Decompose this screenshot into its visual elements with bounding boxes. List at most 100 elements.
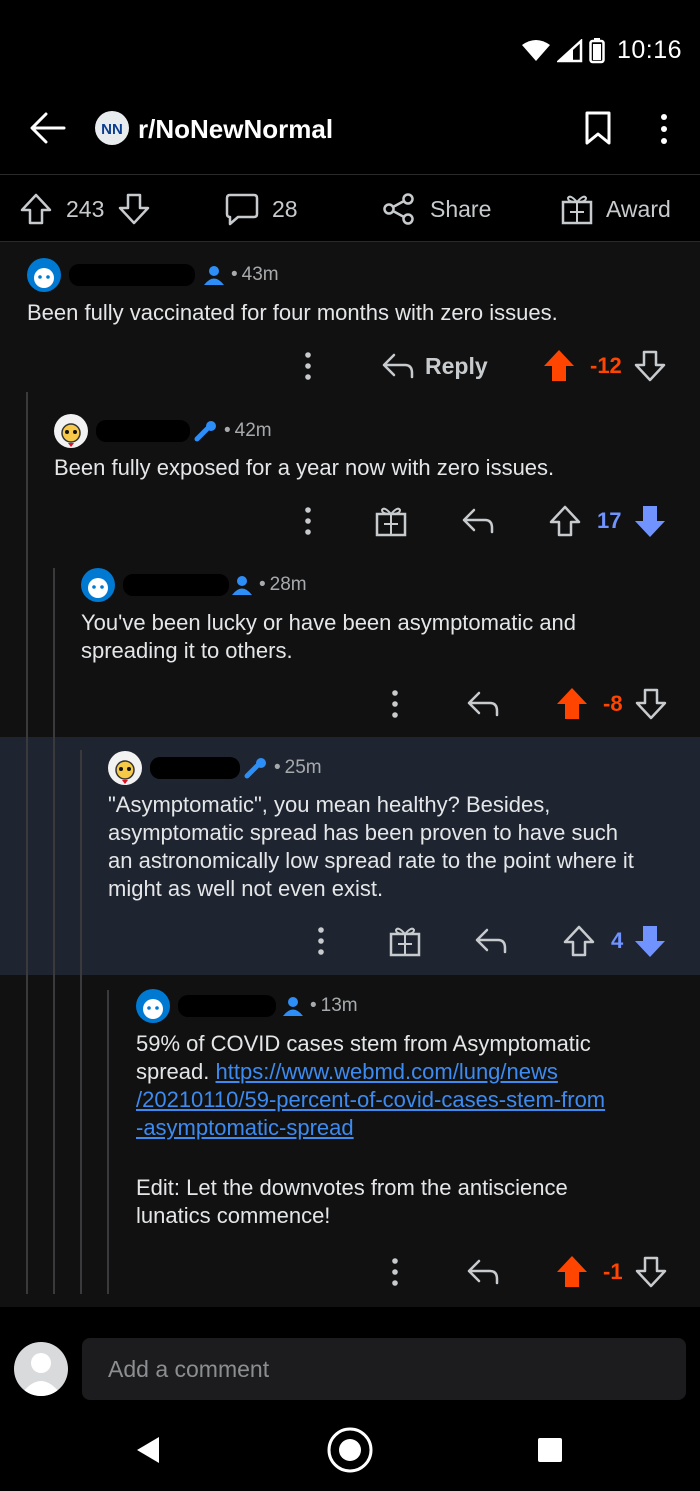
avatar[interactable] xyxy=(27,258,61,292)
clock: 10:16 xyxy=(616,36,682,64)
battery-icon xyxy=(589,37,605,63)
comment-count: 28 xyxy=(272,195,298,222)
comments-button[interactable]: 28 xyxy=(224,175,298,243)
comment-body: Been fully exposed for a year now with z… xyxy=(54,455,555,480)
award-button[interactable]: Award xyxy=(560,175,671,243)
reply-icon xyxy=(462,508,494,534)
comment-actions xyxy=(298,346,318,386)
award-button[interactable] xyxy=(388,921,422,961)
comment-age: • 43m xyxy=(231,264,279,285)
post-score: 243 xyxy=(66,195,105,222)
upvote-icon[interactable] xyxy=(542,348,576,384)
reply-button[interactable] xyxy=(474,921,508,961)
comment-actions xyxy=(385,684,405,724)
avatar[interactable] xyxy=(108,751,142,785)
user-icon xyxy=(232,576,252,595)
article-link[interactable]: https://www.webmd.com/lung/news xyxy=(216,1059,558,1084)
bookmark-icon[interactable] xyxy=(584,110,612,146)
comment-score: 4 xyxy=(611,928,624,953)
redacted-username xyxy=(150,757,240,779)
reply-button[interactable]: Reply xyxy=(381,346,488,386)
comment-header: • 25m xyxy=(108,751,322,785)
moderator-wrench-icon xyxy=(244,758,266,779)
reply-button[interactable] xyxy=(466,1252,500,1292)
redacted-username xyxy=(178,995,276,1017)
thread-line[interactable] xyxy=(80,750,82,1294)
reply-label: Reply xyxy=(425,352,488,379)
comment-body: Been fully vaccinated for four months wi… xyxy=(27,300,558,325)
share-label: Share xyxy=(430,195,492,222)
redacted-username xyxy=(96,420,190,442)
nav-back-icon[interactable] xyxy=(134,1435,162,1465)
upvote-icon[interactable] xyxy=(20,192,52,226)
overflow-menu-icon[interactable] xyxy=(652,112,676,146)
article-link-continued[interactable]: /20210110/59-percent-of-covid-cases-stem… xyxy=(136,1086,605,1114)
add-comment-input[interactable] xyxy=(82,1338,686,1400)
comment-header: • 13m xyxy=(136,989,358,1023)
comment-actions xyxy=(298,501,318,541)
comment-header: • 43m xyxy=(27,258,279,292)
upvote-icon[interactable] xyxy=(555,686,589,722)
reply-icon xyxy=(475,928,507,954)
redacted-username xyxy=(123,574,229,596)
award-label: Award xyxy=(606,195,671,222)
comment-bubble-icon xyxy=(225,193,259,226)
more-options-icon[interactable] xyxy=(311,924,331,958)
current-user-avatar[interactable] xyxy=(14,1342,68,1396)
vote-group: -8 xyxy=(555,684,667,724)
more-options-icon[interactable] xyxy=(385,1255,405,1289)
avatar[interactable] xyxy=(81,568,115,602)
comment-age: • 25m xyxy=(274,757,322,778)
downvote-icon[interactable] xyxy=(633,503,667,539)
more-options-icon[interactable] xyxy=(385,687,405,721)
reply-icon xyxy=(382,353,414,379)
reply-icon xyxy=(467,1259,499,1285)
more-options-icon[interactable] xyxy=(298,504,318,538)
share-icon xyxy=(383,193,414,225)
downvote-icon[interactable] xyxy=(635,687,667,721)
moderator-wrench-icon xyxy=(194,421,216,442)
comment-thread: • 43m Been fully vaccinated for four mon… xyxy=(0,242,700,1307)
downvote-icon[interactable] xyxy=(118,192,150,226)
downvote-icon[interactable] xyxy=(635,1255,667,1289)
reply-button[interactable] xyxy=(461,501,495,541)
share-button[interactable]: Share xyxy=(382,175,491,243)
nav-recents-icon[interactable] xyxy=(537,1437,563,1463)
upvote-icon[interactable] xyxy=(563,924,595,958)
avatar[interactable] xyxy=(136,989,170,1023)
comment-age: • 42m xyxy=(224,420,272,441)
comment-header: • 42m xyxy=(54,414,272,448)
downvote-icon[interactable] xyxy=(633,923,667,959)
redacted-username xyxy=(69,264,195,286)
user-icon xyxy=(283,997,303,1016)
more-options-icon[interactable] xyxy=(298,349,318,383)
reply-button[interactable] xyxy=(466,684,500,724)
signal-icon xyxy=(556,38,583,62)
article-link-continued[interactable]: -asymptomatic-spread xyxy=(136,1114,605,1142)
downvote-icon[interactable] xyxy=(634,349,666,383)
comment-header: • 28m xyxy=(81,568,307,602)
comment-score: 17 xyxy=(597,508,622,533)
gift-icon xyxy=(561,195,593,225)
post-vote-group: 243 xyxy=(20,175,150,243)
system-navigation-bar xyxy=(0,1420,700,1491)
comment-actions xyxy=(385,1252,405,1292)
nav-home-icon[interactable] xyxy=(326,1426,374,1474)
back-arrow-icon[interactable] xyxy=(28,108,68,148)
subreddit-icon[interactable]: NN xyxy=(95,111,129,145)
comment-age: • 13m xyxy=(310,995,358,1016)
avatar[interactable] xyxy=(54,414,88,448)
comment-actions xyxy=(311,921,331,961)
thread-line[interactable] xyxy=(107,990,109,1294)
comment-body: 59% of COVID cases stem from Asymptomati… xyxy=(136,1031,606,1228)
thread-line[interactable] xyxy=(53,568,55,1294)
svg-text:NN: NN xyxy=(101,121,123,138)
upvote-icon[interactable] xyxy=(549,504,581,538)
thread-line[interactable] xyxy=(26,392,28,1294)
subreddit-name[interactable]: r/NoNewNormal xyxy=(138,114,333,145)
vote-group: 17 xyxy=(549,501,667,541)
award-button[interactable] xyxy=(374,501,408,541)
gift-icon xyxy=(375,507,407,537)
upvote-icon[interactable] xyxy=(555,1254,589,1290)
comment-score: -1 xyxy=(603,1259,623,1284)
